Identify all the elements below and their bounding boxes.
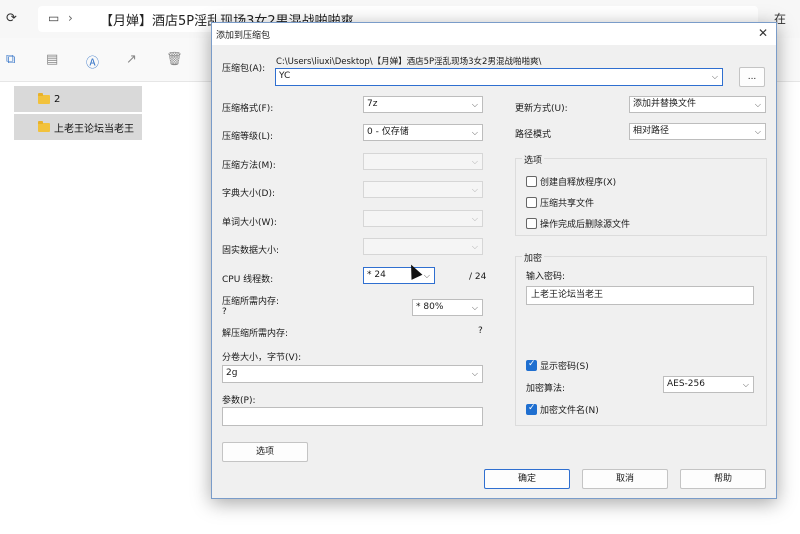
level-select[interactable]: 0 - 仅存储 ⌵ bbox=[363, 124, 483, 141]
encrypt-names-checkbox[interactable]: 加密文件名(N) bbox=[526, 403, 599, 416]
mem-comp-label: 压缩所需内存: bbox=[222, 297, 280, 307]
sfx-label: 创建自释放程序(X) bbox=[540, 178, 617, 188]
format-select[interactable]: 7z ⌵ bbox=[363, 96, 483, 113]
level-value: 0 - 仅存储 bbox=[367, 127, 409, 137]
path-mode-value: 相对路径 bbox=[633, 126, 670, 136]
folder-icon bbox=[38, 120, 50, 132]
path-mode-label: 路径模式 bbox=[515, 130, 552, 140]
method-select: ⌵ bbox=[363, 153, 483, 170]
chevron-down-icon[interactable]: ⌵ bbox=[712, 69, 718, 84]
chevron-right-icon: › bbox=[68, 11, 73, 25]
cpu-threads-select[interactable]: * 24 ⌵ bbox=[363, 267, 435, 284]
chevron-down-icon: ⌵ bbox=[742, 380, 749, 389]
dict-label: 字典大小(D): bbox=[222, 189, 275, 199]
rename-icon[interactable]: Ⓐ bbox=[86, 52, 99, 71]
word-label: 单词大小(W): bbox=[222, 218, 277, 228]
refresh-icon[interactable]: ⟳ bbox=[6, 11, 17, 26]
ok-button[interactable]: 确定 bbox=[484, 469, 570, 489]
folder-icon bbox=[38, 92, 50, 104]
params-label: 参数(P): bbox=[222, 396, 256, 406]
checkbox-box[interactable] bbox=[526, 218, 537, 229]
level-label: 压缩等级(L): bbox=[222, 132, 274, 142]
options-group-title: 选项 bbox=[522, 153, 545, 166]
file-name: 2 bbox=[54, 93, 61, 105]
solid-select: ⌵ bbox=[363, 238, 483, 255]
browse-button[interactable]: ... bbox=[739, 67, 765, 87]
archive-name-value: YC bbox=[279, 71, 291, 81]
checkbox-checked-icon[interactable] bbox=[526, 359, 537, 371]
path-mode-select[interactable]: 相对路径 ⌵ bbox=[629, 123, 766, 140]
chevron-down-icon: ⌵ bbox=[754, 100, 761, 109]
mem-decomp-label: 解压缩所需内存: bbox=[222, 329, 289, 339]
format-label: 压缩格式(F): bbox=[222, 104, 274, 114]
file-item[interactable]: 2 bbox=[14, 86, 142, 112]
chevron-down-icon: ⌵ bbox=[471, 242, 478, 251]
method-label: 压缩方法(M): bbox=[222, 161, 276, 171]
show-password-label: 显示密码(S) bbox=[540, 362, 589, 372]
sfx-checkbox[interactable]: 创建自释放程序(X) bbox=[526, 175, 616, 188]
cancel-button[interactable]: 取消 bbox=[582, 469, 668, 489]
encryption-group-title: 加密 bbox=[522, 251, 545, 264]
password-label: 输入密码: bbox=[526, 272, 566, 282]
close-icon[interactable]: ✕ bbox=[758, 26, 768, 40]
chevron-down-icon: ⌵ bbox=[471, 369, 478, 378]
checkbox-box[interactable] bbox=[526, 176, 537, 187]
chevron-down-icon: ⌵ bbox=[471, 303, 478, 312]
chevron-down-icon: ⌵ bbox=[423, 271, 430, 280]
cpu-label: CPU 线程数: bbox=[222, 275, 274, 285]
encrypt-names-label: 加密文件名(N) bbox=[540, 406, 599, 416]
archive-name-combobox[interactable]: YC ⌵ bbox=[275, 68, 723, 86]
mem-comp-unknown: ? bbox=[222, 307, 227, 317]
password-input[interactable]: 上老王论坛当老王 bbox=[526, 286, 754, 305]
checkbox-box[interactable] bbox=[526, 197, 537, 208]
archive-label: 压缩包(A): bbox=[222, 64, 266, 74]
cpu-total: / 24 bbox=[469, 272, 487, 282]
chevron-down-icon: ⌵ bbox=[471, 157, 478, 166]
chevron-down-icon: ⌵ bbox=[754, 127, 761, 136]
file-item[interactable]: 上老王论坛当老王 bbox=[14, 114, 142, 140]
share-icon[interactable]: ↗ bbox=[126, 52, 137, 67]
computer-icon: ▭ bbox=[48, 11, 60, 25]
volume-size-combobox[interactable]: 2g ⌵ bbox=[222, 365, 483, 383]
add-to-archive-dialog: 添加到压缩包 ✕ 压缩包(A): C:\Users\liuxi\Desktop\… bbox=[211, 22, 777, 499]
dialog-title: 添加到压缩包 bbox=[216, 31, 271, 41]
enc-method-label: 加密算法: bbox=[526, 384, 566, 394]
mem-decomp-value: ? bbox=[478, 326, 483, 336]
enc-method-value: AES-256 bbox=[667, 379, 705, 389]
word-select: ⌵ bbox=[363, 210, 483, 227]
solid-label: 固实数据大小: bbox=[222, 246, 280, 256]
enc-method-select[interactable]: AES-256 ⌵ bbox=[663, 376, 754, 393]
mem-usage-select[interactable]: * 80% ⌵ bbox=[412, 299, 483, 316]
options-button[interactable]: 选项 bbox=[222, 442, 308, 462]
delete-after-checkbox[interactable]: 操作完成后删除源文件 bbox=[526, 217, 630, 230]
encryption-group: 加密 输入密码: 上老王论坛当老王 显示密码(S) 加密算法: AES-256 ⌵… bbox=[515, 251, 767, 426]
chevron-down-icon: ⌵ bbox=[471, 185, 478, 194]
copy-icon[interactable]: ⧉ bbox=[6, 52, 15, 67]
shared-files-checkbox[interactable]: 压缩共享文件 bbox=[526, 196, 594, 209]
chevron-down-icon: ⌵ bbox=[471, 128, 478, 137]
update-label: 更新方式(U): bbox=[515, 104, 568, 114]
mem-usage-value: * 80% bbox=[416, 302, 444, 312]
update-mode-select[interactable]: 添加并替换文件 ⌵ bbox=[629, 96, 766, 113]
delete-after-label: 操作完成后删除源文件 bbox=[540, 220, 631, 230]
file-name: 上老王论坛当老王 bbox=[54, 123, 134, 135]
show-password-checkbox[interactable]: 显示密码(S) bbox=[526, 359, 589, 372]
paste-icon[interactable]: ▤ bbox=[46, 52, 58, 67]
chevron-down-icon: ⌵ bbox=[471, 100, 478, 109]
volume-size-value: 2g bbox=[226, 368, 238, 378]
archive-path: C:\Users\liuxi\Desktop\【月婵】酒店5P淫乱现场3女2男混… bbox=[276, 57, 542, 67]
options-group: 选项 创建自释放程序(X) 压缩共享文件 操作完成后删除源文件 bbox=[515, 153, 767, 236]
checkbox-checked-icon[interactable] bbox=[526, 403, 537, 415]
delete-icon[interactable]: 🗑 bbox=[166, 52, 183, 67]
format-value: 7z bbox=[367, 99, 378, 109]
shared-files-label: 压缩共享文件 bbox=[540, 199, 595, 209]
help-button[interactable]: 帮助 bbox=[680, 469, 766, 489]
update-mode-value: 添加并替换文件 bbox=[633, 99, 697, 109]
volume-label: 分卷大小，字节(V): bbox=[222, 353, 302, 363]
dict-select: ⌵ bbox=[363, 181, 483, 198]
dialog-titlebar[interactable]: 添加到压缩包 ✕ bbox=[212, 23, 776, 45]
cpu-threads-value: * 24 bbox=[367, 270, 386, 280]
chevron-down-icon: ⌵ bbox=[471, 214, 478, 223]
params-input[interactable] bbox=[222, 407, 483, 426]
